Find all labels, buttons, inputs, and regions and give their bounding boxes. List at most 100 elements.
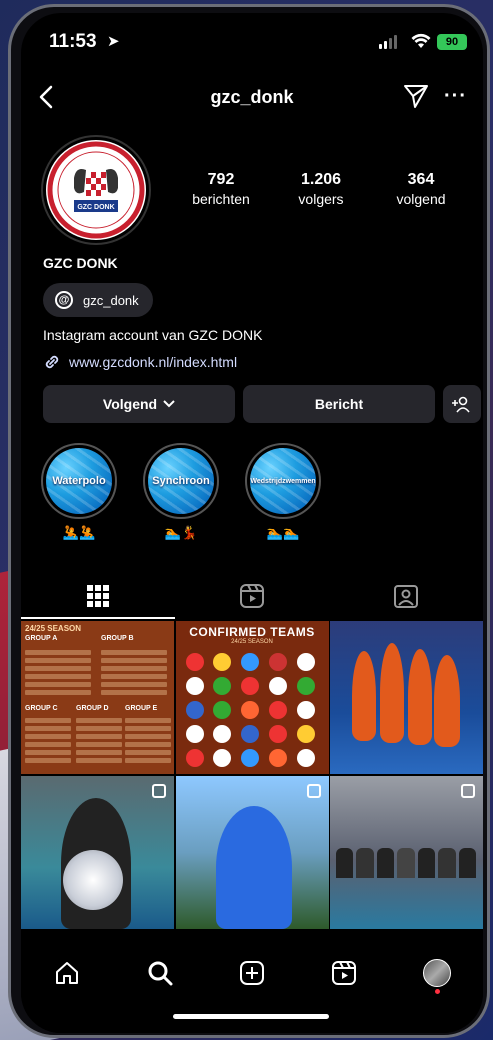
highlight-wedstrijdzwemmen[interactable]: Wedstrijdzwemmen 🏊🏊 xyxy=(245,443,321,541)
post-tile[interactable] xyxy=(330,621,483,774)
post-tile[interactable]: CONFIRMED TEAMS 24/25 SEASON xyxy=(175,621,329,774)
highlight-label: Waterpolo xyxy=(52,475,106,487)
story-highlights: Waterpolo 🤽🤽 Synchroon 🏊💃 Wedstrijdzwemm… xyxy=(41,443,321,541)
battery-indicator: 90 xyxy=(437,34,467,50)
suggest-users-button[interactable] xyxy=(443,385,481,423)
nav-profile[interactable] xyxy=(422,959,451,994)
stat-followers[interactable]: 1.206 volgers xyxy=(271,171,371,207)
group-rows xyxy=(76,715,122,766)
reels-icon xyxy=(240,584,264,608)
send-message-icon[interactable] xyxy=(403,83,429,109)
status-time: 11:53 xyxy=(49,31,97,52)
carousel-icon xyxy=(461,783,475,798)
threads-badge[interactable]: @ gzc_donk xyxy=(43,283,153,317)
highlight-label: Wedstrijdzwemmen xyxy=(250,477,316,485)
location-arrow-icon: ➤ xyxy=(107,33,120,50)
display-name: GZC DONK xyxy=(43,255,118,271)
post-tile[interactable]: 24/25 SEASON GROUP A GROUP B GROUP C GRO… xyxy=(21,621,174,774)
logo-text: GZC DONK xyxy=(77,204,114,211)
group-label: GROUP C xyxy=(25,705,58,712)
post-tile[interactable] xyxy=(330,775,483,929)
more-options-icon[interactable]: ··· xyxy=(444,85,467,108)
following-button[interactable]: Volgend xyxy=(43,385,235,423)
profile-avatar[interactable]: GZC DONK xyxy=(43,137,149,243)
club-logo: GZC DONK xyxy=(47,141,145,239)
team-group-photo xyxy=(336,847,476,878)
message-label: Bericht xyxy=(314,396,364,412)
profile-header: gzc_donk ··· xyxy=(21,81,483,117)
trophy-plate xyxy=(63,849,123,910)
group-label: GROUP A xyxy=(25,635,58,642)
group-rows xyxy=(25,715,71,766)
nav-search[interactable] xyxy=(146,959,174,987)
post-title-text: CONFIRMED TEAMS xyxy=(189,625,315,639)
notification-dot xyxy=(434,989,440,994)
tagged-person-icon xyxy=(394,585,418,608)
carousel-icon xyxy=(152,783,166,798)
stat-followers-label: volgers xyxy=(298,191,344,207)
photo-figure xyxy=(352,651,376,741)
profile-actions: Volgend Bericht xyxy=(43,385,483,423)
stat-following-value: 364 xyxy=(407,171,435,188)
status-bar: 11:53 ➤ 90 xyxy=(21,27,483,57)
threads-icon: @ xyxy=(55,291,73,309)
reels-icon xyxy=(332,961,357,985)
group-rows xyxy=(101,647,167,698)
highlight-waterpolo[interactable]: Waterpolo 🤽🤽 xyxy=(41,443,117,541)
link-icon xyxy=(45,355,59,369)
home-indicator[interactable] xyxy=(173,1014,329,1019)
highlight-emoji-icons: 🏊🏊 xyxy=(266,525,300,540)
grid-icon xyxy=(87,585,109,607)
cellular-signal-icon xyxy=(379,35,397,49)
photo-figure xyxy=(380,643,404,743)
profile-tabs xyxy=(21,573,483,619)
home-icon xyxy=(56,962,79,984)
tab-tagged[interactable] xyxy=(329,573,483,619)
stat-followers-value: 1.206 xyxy=(300,171,342,188)
profile-avatar-icon xyxy=(422,959,451,994)
photo-figure xyxy=(215,805,292,929)
group-label: GROUP D xyxy=(76,705,109,712)
add-person-icon xyxy=(452,396,470,413)
nav-home[interactable] xyxy=(53,959,81,987)
plus-square-icon xyxy=(239,961,264,985)
stat-posts[interactable]: 792 berichten xyxy=(171,171,271,207)
post-tile[interactable] xyxy=(175,775,329,929)
website-url: www.gzcdonk.nl/index.html xyxy=(69,354,238,370)
chevron-down-icon xyxy=(163,400,175,408)
group-rows xyxy=(25,647,91,698)
group-rows xyxy=(125,715,171,766)
search-icon xyxy=(148,961,173,986)
post-header-text: 24/25 SEASON xyxy=(25,624,82,633)
profile-bio: Instagram account van GZC DONK xyxy=(43,327,263,343)
highlight-emoji-icons: 🤽🤽 xyxy=(62,525,96,540)
stat-following-label: volgend xyxy=(396,191,446,207)
wifi-icon xyxy=(411,33,431,48)
phone-frame: 11:53 ➤ 90 gzc_donk ··· GZC DONK 792 ber… xyxy=(8,4,490,1038)
highlight-emoji-icons: 🏊💃 xyxy=(164,525,198,540)
photo-figure xyxy=(408,649,432,745)
tab-reels[interactable] xyxy=(175,573,329,619)
group-label: GROUP E xyxy=(125,705,158,712)
posts-grid: 24/25 SEASON GROUP A GROUP B GROUP C GRO… xyxy=(21,621,483,929)
team-logos xyxy=(176,645,329,774)
stat-following[interactable]: 364 volgend xyxy=(371,171,471,207)
stat-posts-label: berichten xyxy=(192,191,250,207)
highlight-synchroon[interactable]: Synchroon 🏊💃 xyxy=(143,443,219,541)
stat-posts-value: 792 xyxy=(207,171,235,188)
bottom-navigation xyxy=(21,943,483,1033)
tab-posts-grid[interactable] xyxy=(21,573,175,619)
photo-figure xyxy=(434,655,460,747)
following-label: Volgend xyxy=(102,396,158,412)
nav-reels[interactable] xyxy=(330,959,358,987)
profile-website[interactable]: www.gzcdonk.nl/index.html xyxy=(43,353,237,371)
threads-handle: gzc_donk xyxy=(83,292,139,308)
profile-stats: 792 berichten 1.206 volgers 364 volgend xyxy=(171,171,471,207)
carousel-icon xyxy=(306,783,321,798)
group-label: GROUP B xyxy=(101,635,134,642)
post-tile[interactable] xyxy=(21,775,174,929)
message-button[interactable]: Bericht xyxy=(243,385,435,423)
highlight-label: Synchroon xyxy=(152,475,210,487)
nav-create[interactable] xyxy=(238,959,266,987)
screen: 11:53 ➤ 90 gzc_donk ··· GZC DONK 792 ber… xyxy=(21,13,483,1033)
